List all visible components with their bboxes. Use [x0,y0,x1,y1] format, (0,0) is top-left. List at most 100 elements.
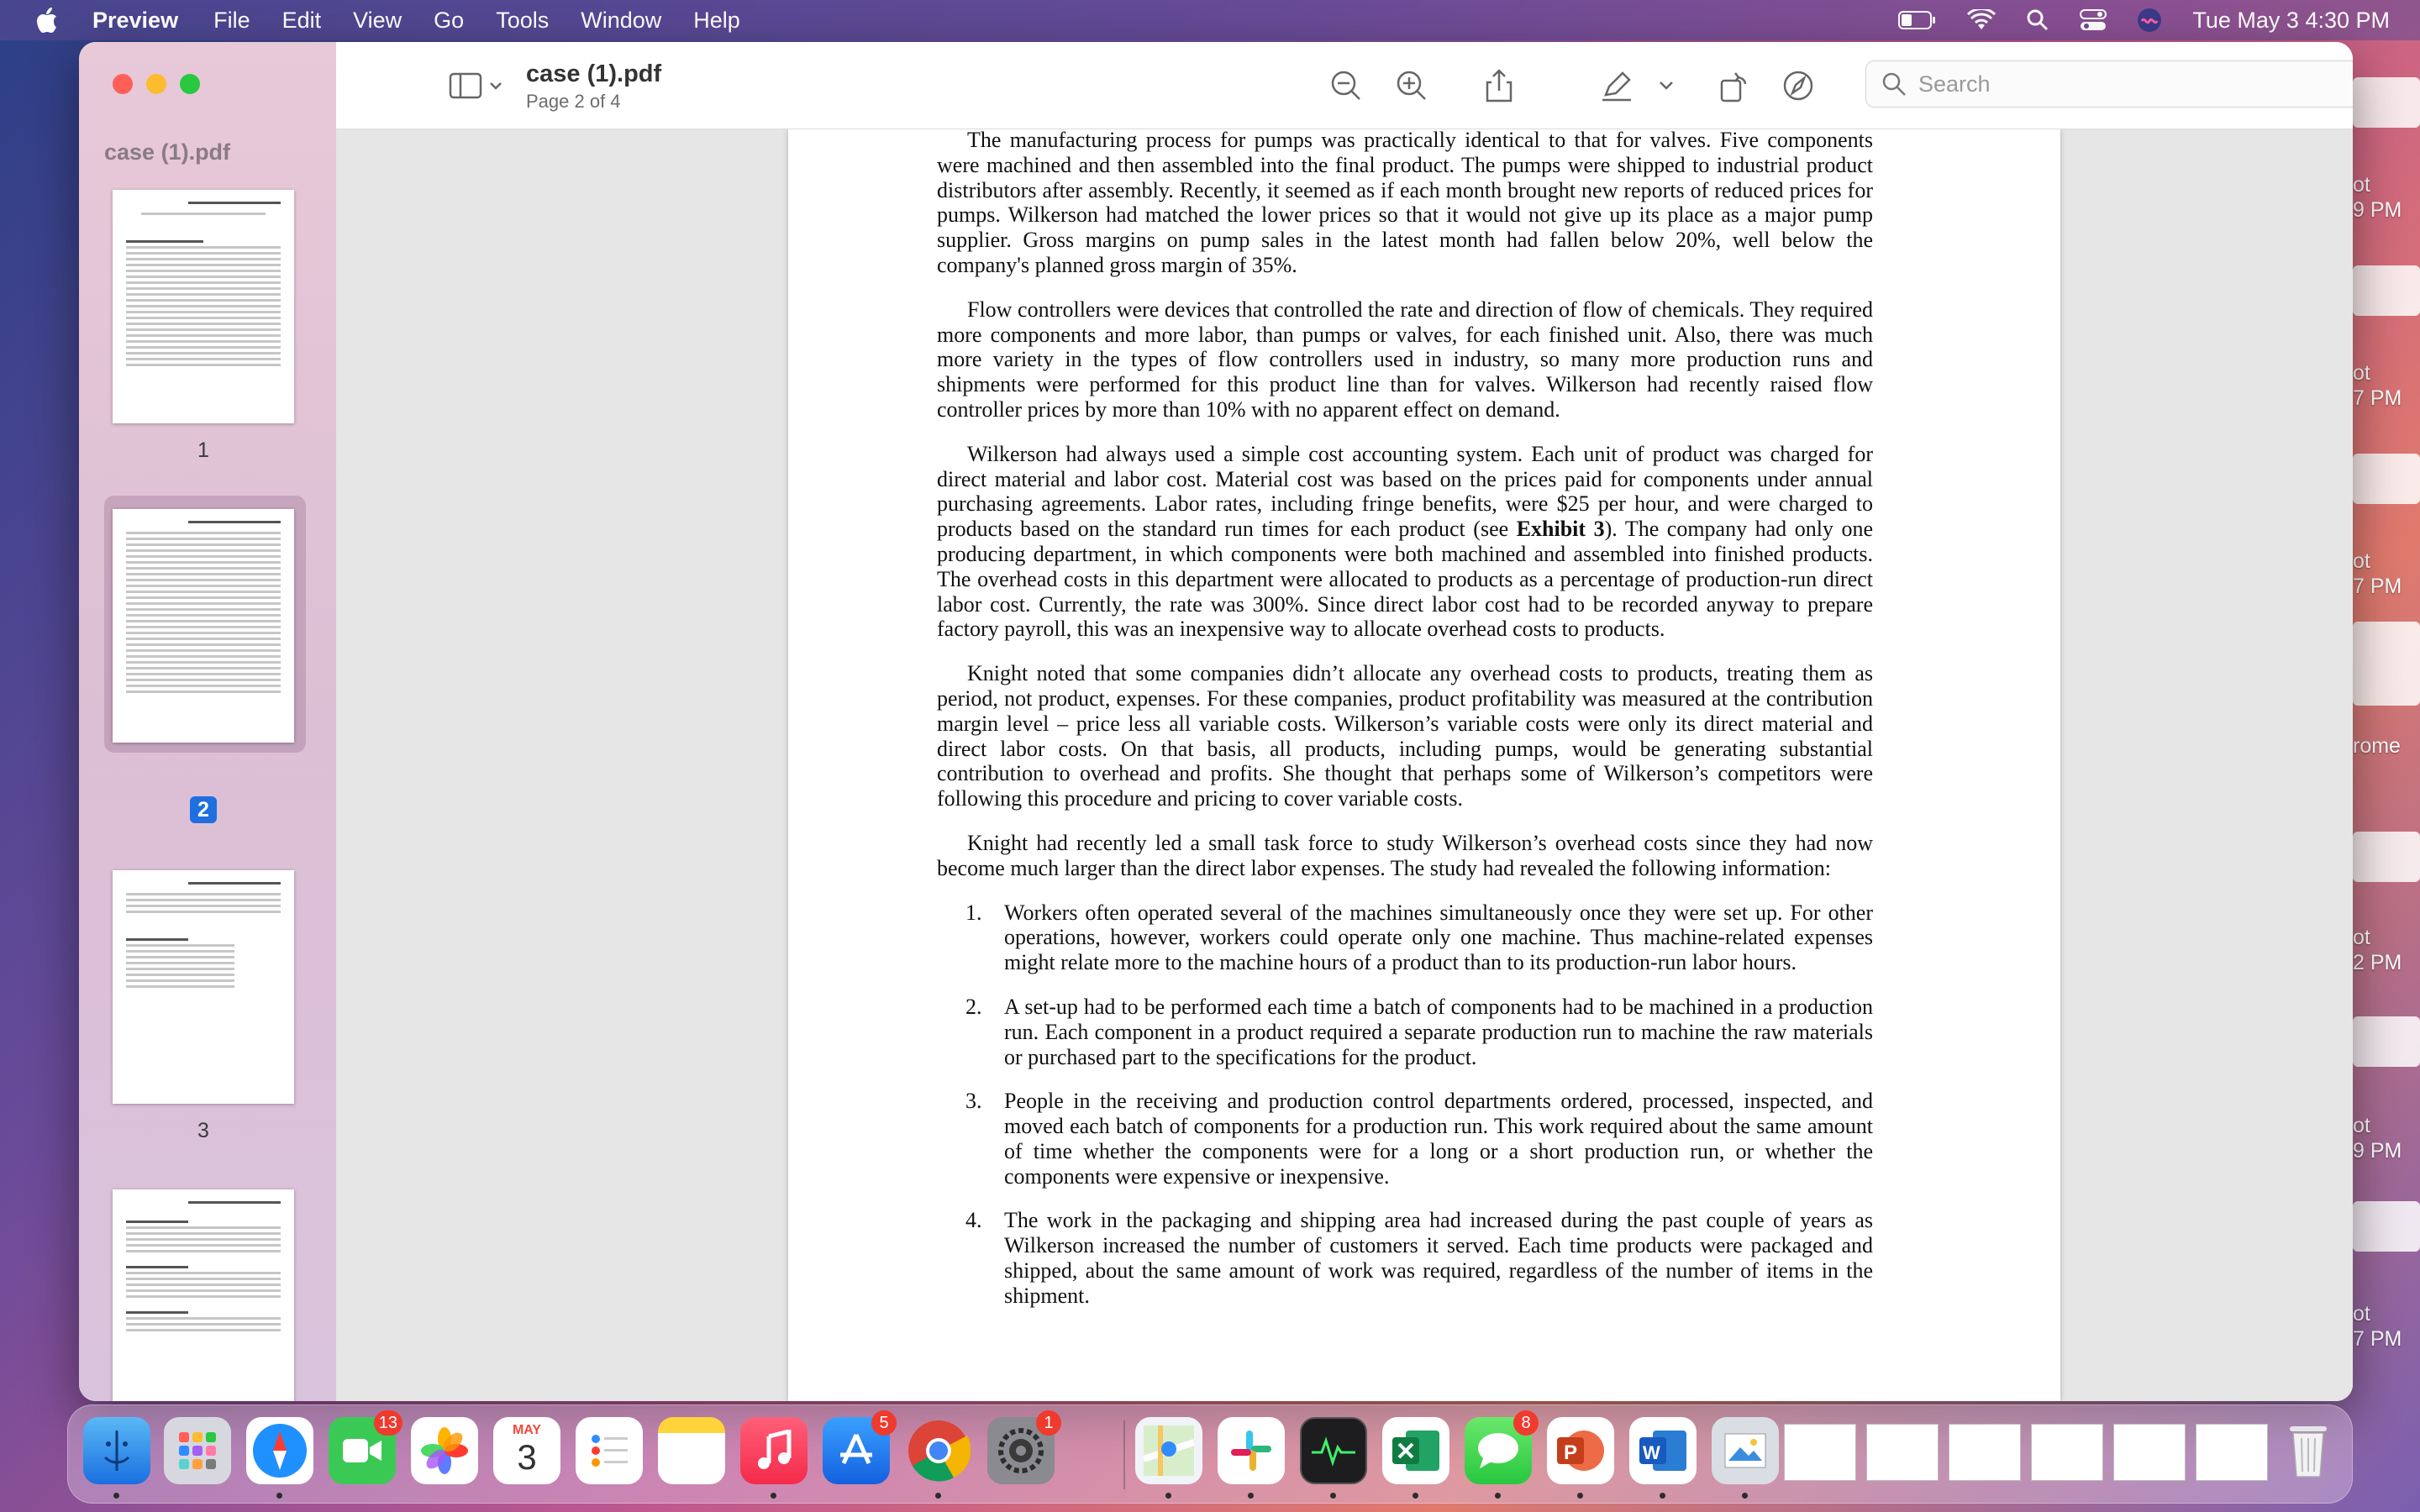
running-indicator [935,1493,941,1499]
battery-icon[interactable] [1898,10,1937,30]
toolbar: case (1).pdf Page 2 of 4 [336,42,2353,129]
minimized-window-thumbnail[interactable] [1949,1424,2021,1481]
running-indicator [1165,1493,1171,1499]
desktop-file-thumbnail[interactable] [2353,1016,2420,1067]
rotate-icon[interactable] [1716,67,1753,104]
spotlight-search-icon[interactable] [2026,8,2049,32]
photos-icon[interactable] [411,1417,478,1484]
selected-page-badge: 2 [190,796,217,823]
close-window-button[interactable] [113,74,133,94]
trash-icon[interactable] [2275,1417,2342,1484]
running-indicator [1413,1493,1418,1499]
search-field[interactable] [1865,60,2353,108]
list-text: The work in the packaging and shipping a… [1004,1208,1873,1308]
minimize-window-button[interactable] [146,74,166,94]
music-icon[interactable] [740,1417,808,1484]
window-controls [113,74,213,94]
desktop-file-label: 7 PM [2353,575,2402,598]
thumbnail-page-image[interactable] [113,509,294,743]
desktop-file-label: ot [2353,926,2370,949]
desktop-file-thumbnail[interactable] [2353,454,2420,504]
paragraph: Wilkerson had always used a simple cost … [937,442,1873,642]
annotate-icon[interactable] [1780,67,1817,104]
sidebar-toggle-icon[interactable] [447,67,506,104]
excel-icon[interactable] [1382,1417,1449,1484]
word-icon[interactable]: W [1629,1417,1697,1484]
paragraph: Knight had recently led a small task for… [937,830,1873,880]
desktop-file-label: ot [2353,1114,2370,1137]
desktop-file-label: ot [2353,549,2370,573]
menu-help[interactable]: Help [693,8,740,34]
menu-app-name[interactable]: Preview [92,8,178,34]
menu-edit[interactable]: Edit [282,8,322,34]
share-icon[interactable] [1481,67,1518,104]
thumbnail-page-image[interactable] [113,870,294,1104]
document-viewer[interactable]: The manufacturing process for pumps was … [336,129,2353,1401]
system-preferences-icon[interactable]: 1 [987,1410,1061,1484]
menu-go[interactable]: Go [434,8,464,34]
desktop-file-label: 9 PM [2353,198,2402,222]
thumbnail-page-number: 3 [197,1119,209,1142]
search-icon [1881,71,1907,97]
desktop-file-thumbnail[interactable] [2353,832,2420,882]
safari-icon[interactable] [246,1417,313,1484]
running-indicator [1248,1493,1254,1499]
paragraph: Knight noted that some companies didn’t … [937,661,1873,811]
menu-window[interactable]: Window [581,8,661,34]
minimized-window-thumbnail[interactable] [2031,1424,2103,1481]
minimized-window-thumbnail[interactable] [1866,1424,1939,1481]
powerpoint-icon[interactable]: P [1547,1417,1614,1484]
svg-text:W: W [1643,1442,1660,1463]
siri-icon[interactable] [2137,8,2162,33]
desktop-file-label: 2 PM [2353,951,2402,974]
running-indicator [1660,1493,1665,1499]
activity-monitor-icon[interactable] [1300,1417,1367,1484]
messages-icon[interactable]: 8 [1465,1410,1539,1484]
exhibit-reference: Exhibit 3 [1516,517,1605,542]
notification-badge: 1 [1036,1410,1061,1436]
desktop-file-thumbnail[interactable] [2353,77,2420,128]
desktop-file-label: 7 PM [2353,386,2402,410]
running-indicator [113,1493,119,1499]
menu-file[interactable]: File [213,8,250,34]
thumbnail-page-number-selected: 2 [113,796,294,823]
desktop-drive-icon[interactable] [2353,622,2420,706]
zoom-in-icon[interactable] [1393,67,1430,104]
wifi-icon[interactable] [1967,9,1996,31]
list-item: 1. Workers often operated several of the… [937,900,1873,975]
calendar-day: 3 [517,1437,537,1477]
finder-icon[interactable] [83,1417,150,1484]
chrome-icon[interactable] [905,1417,972,1484]
minimized-window-thumbnail[interactable] [2113,1424,2186,1481]
desktop-file-thumbnail[interactable] [2353,1201,2420,1252]
list-number: 4. [965,1208,982,1233]
thumbnail-page-image[interactable] [113,190,294,423]
zoom-out-icon[interactable] [1328,67,1365,104]
markup-pen-icon[interactable] [1598,67,1635,104]
control-center-icon[interactable] [2080,8,2107,32]
notes-icon[interactable] [658,1417,725,1484]
desktop-file-label: rome [2353,734,2401,758]
apple-menu-icon[interactable] [34,5,64,35]
menu-view[interactable]: View [353,8,402,34]
app-store-icon[interactable]: 5 [823,1410,897,1484]
reminders-icon[interactable] [576,1417,643,1484]
minimized-window-thumbnail[interactable] [2196,1424,2268,1481]
search-input[interactable] [1918,71,2353,97]
calendar-icon[interactable]: MAY 3 [493,1417,560,1484]
desktop-file-thumbnail[interactable] [2353,265,2420,316]
markup-options-chevron-icon[interactable] [1654,67,1679,104]
menu-clock[interactable]: Tue May 3 4:30 PM [2192,8,2390,34]
preview-app-icon[interactable] [1712,1417,1779,1484]
slack-icon[interactable] [1218,1417,1285,1484]
thumbnail-page-image[interactable] [113,1189,294,1401]
maps-icon[interactable] [1135,1417,1202,1484]
minimized-window-thumbnail[interactable] [1784,1424,1856,1481]
zoom-window-button[interactable] [180,74,200,94]
running-indicator [1577,1493,1583,1499]
menu-tools[interactable]: Tools [496,8,549,34]
paragraph: The manufacturing process for pumps was … [937,129,1873,277]
launchpad-icon[interactable] [164,1417,231,1484]
facetime-icon[interactable]: 13 [329,1410,402,1484]
list-item: 4. The work in the packaging and shippin… [937,1208,1873,1308]
